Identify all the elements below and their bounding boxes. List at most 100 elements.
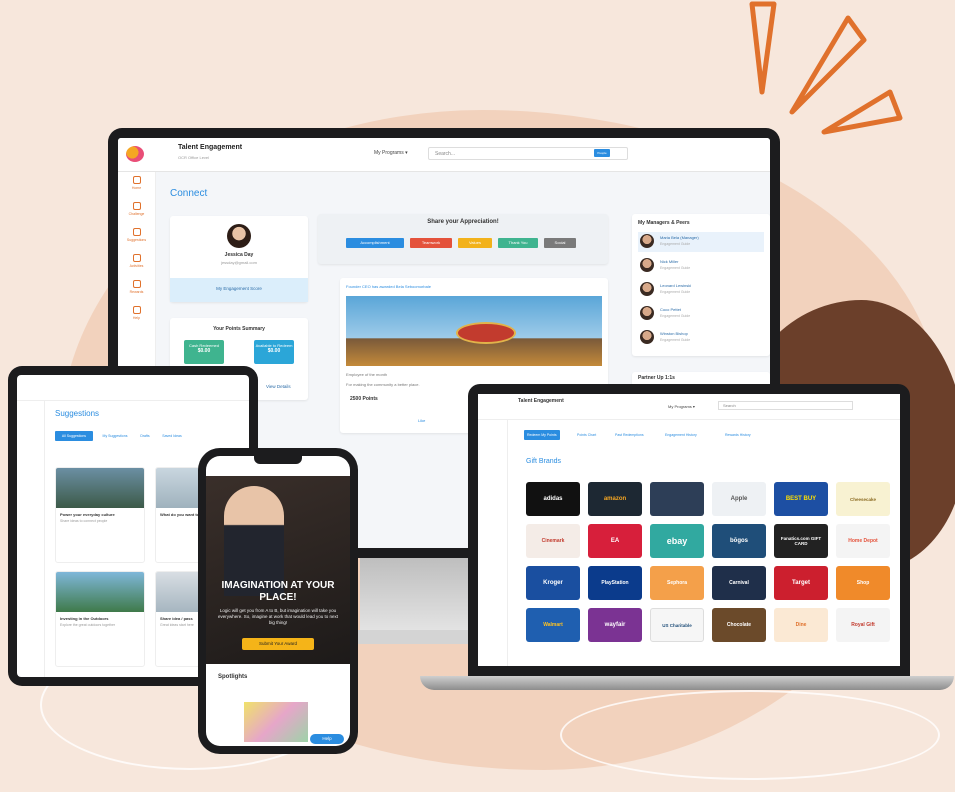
list-item[interactable]: Coco Pettet Engagement Guide — [638, 304, 764, 324]
carousel-image — [456, 322, 516, 344]
app-title: Talent Engagement — [178, 144, 243, 151]
person-name: Coco Pettet — [660, 307, 681, 312]
search-input[interactable]: Search — [718, 401, 853, 410]
sidebar-item-challenge[interactable]: Challenge — [118, 198, 155, 224]
search-button[interactable]: People — [594, 149, 610, 157]
gift-card-amazon[interactable]: amazon — [588, 482, 642, 516]
like-button[interactable]: Like — [418, 418, 425, 423]
gift-card-ebay[interactable]: ebay — [650, 524, 704, 558]
gift-card-shop[interactable]: Shop — [836, 566, 890, 600]
suggestion-card[interactable]: Investing in the Outdoors Explore the gr… — [55, 571, 145, 667]
sidebar-item-help[interactable]: Help — [118, 302, 155, 328]
gift-card-wayfair[interactable]: wayfair — [588, 608, 642, 642]
feed-post-header[interactable]: Founder CEO has awarded Bela Seboomorbal… — [346, 284, 431, 289]
person-role: Engagement Guide — [660, 338, 691, 342]
managers-title: My Managers & Peers — [638, 220, 690, 226]
gift-card-playstation[interactable]: PlayStation — [588, 566, 642, 600]
tab-engagement-history[interactable]: Engagement History — [662, 430, 700, 440]
gift-card-walmart[interactable]: Walmart — [526, 608, 580, 642]
sidebar-label: Help — [132, 316, 141, 320]
tablet-topbar — [17, 375, 249, 401]
tab-points-chart[interactable]: Points Chart — [574, 430, 599, 440]
hero-banner: IMAGINATION AT YOUR PLACE! Logic will ge… — [206, 476, 350, 664]
avatar — [640, 282, 654, 296]
sidebar-item-home[interactable]: Home — [118, 172, 155, 198]
submit-award-button[interactable]: Submit Your Award — [242, 638, 314, 650]
list-item[interactable]: Winston Bishop Engagement Guide — [638, 328, 764, 348]
tab-my-suggestions[interactable]: My Suggestions — [97, 431, 133, 441]
avatar — [640, 330, 654, 344]
app-logo[interactable] — [126, 146, 144, 162]
sidebar-item-activities[interactable]: Activities — [118, 250, 155, 276]
gift-card-adidas[interactable]: adidas — [526, 482, 580, 516]
sidebar-item-rewards[interactable]: Rewards — [118, 276, 155, 302]
gift-card-charitable[interactable]: US Charitable — [650, 608, 704, 642]
gift-card-ea[interactable]: EA — [588, 524, 642, 558]
points-summary-title: Your Points Summary — [213, 326, 265, 332]
person-role: Engagement Guide — [660, 242, 691, 246]
my-programs-dropdown[interactable]: My Programs ▾ — [374, 150, 408, 156]
feed-post-line2: For making the community a better place. — [346, 382, 420, 387]
suggestion-title: Power your everyday culture — [60, 512, 115, 517]
phone-notch — [254, 456, 302, 464]
available-redeem-box: Available to Redeem $0.00 — [254, 340, 294, 364]
gift-card-sephora[interactable]: Sephora — [650, 566, 704, 600]
lightbulb-icon — [132, 228, 141, 236]
gift-card-bogos[interactable]: bōgos — [712, 524, 766, 558]
avatar — [640, 306, 654, 320]
app-subtitle: OCR Office Level — [178, 155, 210, 160]
avatar[interactable] — [227, 224, 251, 248]
avatar — [640, 234, 654, 248]
tab-saved-ideas[interactable]: Saved Ideas — [157, 431, 187, 441]
avatar — [640, 258, 654, 272]
gift-card-target[interactable]: Target — [774, 566, 828, 600]
gift-card-carnival[interactable]: Carnival — [712, 566, 766, 600]
gift-icon — [132, 280, 141, 288]
decorative-strokes — [749, 1, 903, 135]
gift-card-apple[interactable]: Apple — [712, 482, 766, 516]
suggestion-card[interactable]: Power your everyday culture Share ideas … — [55, 467, 145, 563]
gift-card-fanatics[interactable]: Fanatics.com GIFT CARD — [774, 524, 828, 558]
tab-drafts[interactable]: Drafts — [135, 431, 155, 441]
tag-social[interactable]: Social — [544, 238, 576, 248]
sidebar-label: Home — [131, 186, 142, 190]
tab-rewards-history[interactable]: Rewards History — [722, 430, 754, 440]
tab-all-suggestions[interactable]: All Suggestions — [55, 431, 93, 441]
sidebar-label: Rewards — [129, 290, 144, 294]
cash-redeemed-value: $0.00 — [197, 348, 211, 354]
profile-name: Jessica Day — [224, 252, 254, 258]
suggestion-title: Investing in the Outdoors — [60, 616, 109, 621]
gift-card-bestbuy[interactable]: BEST BUY — [774, 482, 828, 516]
laptop-device: Talent Engagement My Programs ▾ Search R… — [468, 384, 910, 676]
tag-teamwork[interactable]: Teamwork — [410, 238, 452, 248]
list-item[interactable]: Leonard Lewinski Engagement Guide — [638, 280, 764, 300]
help-button[interactable]: Help — [310, 734, 344, 744]
sidebar-label: Suggestions — [126, 238, 147, 242]
gift-card-cheesecake[interactable]: Cheesecake — [836, 482, 890, 516]
cash-redeemed-box: Cash Redeemed $0.00 — [184, 340, 224, 364]
laptop-base — [420, 676, 954, 690]
tab-redeem-points[interactable]: Redeem My Points — [524, 430, 560, 440]
gift-card-chocolate[interactable]: Chocolate — [712, 608, 766, 642]
list-item[interactable]: Nick Miller Engagement Guide — [638, 256, 764, 276]
engagement-score-link[interactable]: My Engagement Score — [170, 278, 308, 302]
spotlight-image[interactable] — [244, 702, 308, 742]
feed-post-points: 2500 Points — [350, 396, 378, 402]
sidebar-item-suggestions[interactable]: Suggestions — [118, 224, 155, 250]
view-details-link[interactable]: View Details — [266, 384, 291, 389]
gift-card-movie[interactable] — [650, 482, 704, 516]
phone-screen: IMAGINATION AT YOUR PLACE! Logic will ge… — [206, 456, 350, 746]
tag-values[interactable]: Values — [458, 238, 492, 248]
list-item[interactable]: Maria Bela (Manager) Engagement Guide — [638, 232, 764, 252]
tab-past-redemptions[interactable]: Past Redemptions — [612, 430, 647, 440]
tag-thank-you[interactable]: Thank You — [498, 238, 538, 248]
my-programs-dropdown[interactable]: My Programs ▾ — [668, 404, 695, 409]
feed-post-image — [346, 296, 602, 366]
gift-card-dine[interactable]: Dine — [774, 608, 828, 642]
tag-accomplishment[interactable]: Accomplishment — [346, 238, 404, 248]
gift-card-homedepot[interactable]: Home Depot — [836, 524, 890, 558]
gift-card-royal[interactable]: Royal Gift — [836, 608, 890, 642]
feed-post-line1: Employee of the month — [346, 372, 388, 377]
gift-card-kroger[interactable]: Kroger — [526, 566, 580, 600]
gift-card-cinemark[interactable]: Cinemark — [526, 524, 580, 558]
